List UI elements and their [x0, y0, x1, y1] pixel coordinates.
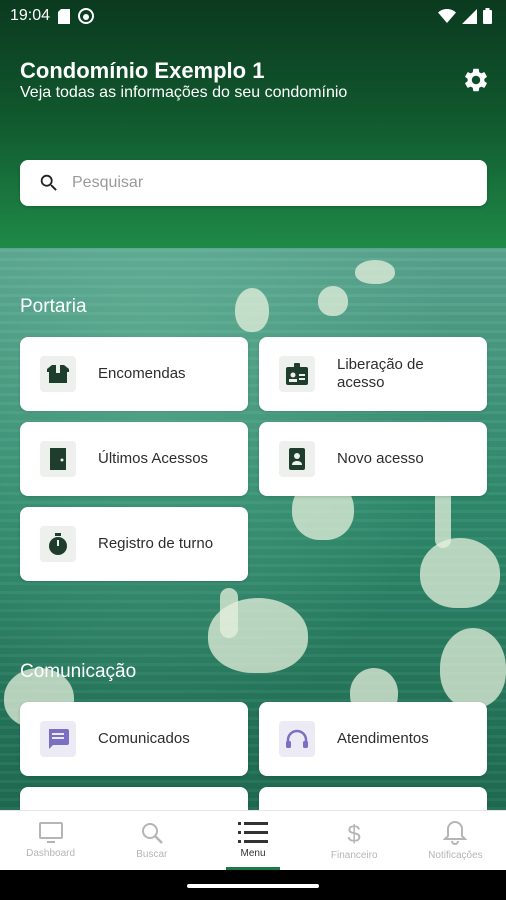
bell-icon: [443, 820, 468, 845]
tile-novo-acesso[interactable]: Novo acesso: [259, 422, 487, 496]
nav-label: Dashboard: [26, 848, 76, 859]
tile-label: Registro de turno: [98, 535, 214, 552]
message-icon: [49, 729, 69, 749]
section-title-portaria: Portaria: [20, 296, 87, 317]
nav-label: Notificações: [428, 850, 483, 861]
badge-icon: [289, 448, 305, 470]
tile-label: Novo acesso: [337, 450, 424, 467]
section-title-comunicacao: Comunicação: [20, 661, 137, 682]
search-icon: [141, 823, 163, 844]
nav-label: Buscar: [136, 849, 168, 860]
status-bar: 19:04: [0, 0, 506, 32]
page-title: Condomínio Exemplo 1: [20, 58, 265, 83]
tile-comunicados[interactable]: Comunicados: [20, 702, 248, 776]
header: [0, 0, 506, 248]
tile-registro-de-turno[interactable]: Registro de turno: [20, 507, 248, 581]
svg-text:$: $: [348, 821, 361, 846]
status-time: 19:04: [10, 7, 51, 24]
search-icon: [40, 174, 57, 191]
tile-label: Comunicados: [98, 730, 190, 747]
tile-label: Encomendas: [98, 365, 186, 382]
nav-notificacoes[interactable]: Notificações: [405, 811, 506, 870]
headset-icon: [286, 729, 308, 748]
gear-icon: [465, 68, 487, 92]
battery-icon: [483, 8, 492, 24]
tile-label: Atendimentos: [337, 730, 429, 747]
sd-card-icon: [58, 8, 71, 24]
bottom-navigation: Dashboard Buscar Menu $ Financeiro Notif…: [0, 810, 506, 870]
package-icon: [47, 365, 69, 383]
tile-liberacao-de-acesso[interactable]: Liberação de acesso: [259, 337, 487, 411]
tile-encomendas[interactable]: Encomendas: [20, 337, 248, 411]
tile-label: Últimos Acessos: [98, 450, 209, 467]
home-gesture-bar[interactable]: [187, 884, 319, 888]
nav-buscar[interactable]: Buscar: [101, 811, 202, 870]
page-subtitle: Veja todas as informações do seu condomí…: [20, 84, 348, 101]
stopwatch-icon: [49, 533, 67, 555]
nav-label: Menu: [240, 848, 266, 859]
monitor-icon: [38, 822, 63, 843]
tile-atendimentos[interactable]: Atendimentos: [259, 702, 487, 776]
nav-dashboard[interactable]: Dashboard: [0, 811, 101, 870]
nav-menu[interactable]: Menu: [202, 811, 303, 870]
settings-button[interactable]: [462, 66, 490, 94]
search-bar[interactable]: [20, 160, 487, 206]
id-card-icon: [286, 363, 308, 385]
dollar-icon: $: [348, 821, 361, 846]
nav-financeiro[interactable]: $ Financeiro: [304, 811, 405, 870]
tile-ultimos-acessos[interactable]: Últimos Acessos: [20, 422, 248, 496]
door-icon: [50, 448, 66, 470]
nav-label: Financeiro: [330, 850, 378, 861]
menu-icon: [238, 822, 268, 843]
active-indicator: [226, 867, 280, 870]
wifi-icon: [438, 9, 456, 23]
tile-label: Liberação de acesso: [337, 356, 424, 391]
system-gesture-area: [0, 870, 506, 900]
search-input[interactable]: [72, 174, 452, 192]
app-notification-icon: [78, 8, 95, 24]
signal-icon: [462, 8, 477, 24]
